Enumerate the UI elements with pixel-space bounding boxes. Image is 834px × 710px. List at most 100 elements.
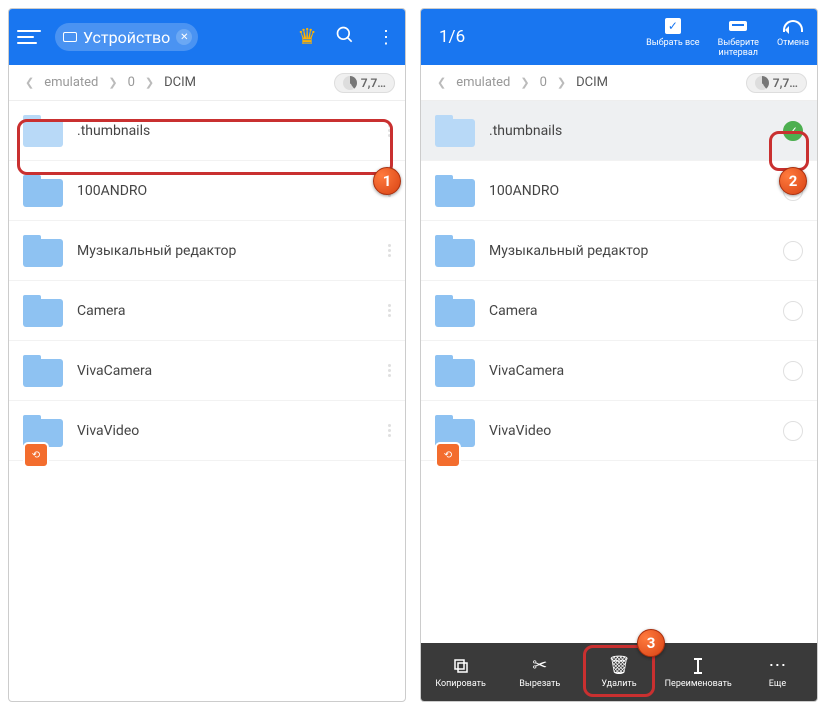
cancel-button[interactable]: Отмена <box>777 16 809 58</box>
az-recorder-icon[interactable]: ⟲ <box>23 442 49 468</box>
select-interval-button[interactable]: Выберите интервал <box>718 16 759 58</box>
folder-name: Музыкальный редактор <box>77 243 374 259</box>
pie-icon <box>343 76 357 90</box>
checkbox-checked-icon[interactable]: ✓ <box>783 121 803 141</box>
folder-name: 100ANDRO <box>489 183 769 199</box>
rename-label: Переименовать <box>665 679 732 689</box>
more-button[interactable]: ⋯Еще <box>738 643 817 701</box>
search-icon[interactable] <box>333 25 357 50</box>
cut-button[interactable]: ✂ Вырезать <box>500 643 579 701</box>
annotation-badge-1: 1 <box>373 167 401 195</box>
folder-icon <box>23 175 63 207</box>
chevron-icon: ❯ <box>520 76 529 89</box>
select-all-button[interactable]: ✓ Выбрать все <box>646 16 699 58</box>
device-icon <box>63 32 77 42</box>
checkbox-icon[interactable] <box>783 301 803 321</box>
breadcrumb-item[interactable]: emulated <box>44 75 98 90</box>
breadcrumb-item[interactable]: 0 <box>540 75 547 90</box>
breadcrumb-item[interactable]: DCIM <box>164 75 196 90</box>
list-item[interactable]: VivaCamera <box>9 341 405 401</box>
folder-name: Музыкальный редактор <box>489 243 769 259</box>
menu-icon[interactable] <box>17 30 41 44</box>
breadcrumb-item[interactable]: DCIM <box>576 75 608 90</box>
scissors-icon: ✂ <box>532 656 547 676</box>
checkbox-icon[interactable] <box>783 241 803 261</box>
selection-actions: ✓ Выбрать все Выберите интервал Отмена <box>646 16 809 58</box>
list-item[interactable]: 100ANDRO <box>9 161 405 221</box>
breadcrumb: ❮ emulated ❯ 0 ❯ DCIM 7,7… <box>9 65 405 101</box>
folder-name: Camera <box>489 303 769 319</box>
folder-name: Camera <box>77 303 374 319</box>
folder-icon <box>435 235 475 267</box>
breadcrumb-item[interactable]: emulated <box>456 75 510 90</box>
screen-left: Устройство ✕ ♛ ⋮ ❮ emulated ❯ 0 ❯ DCIM 7… <box>8 8 406 702</box>
folder-list: .thumbnails ✓ 100ANDRO Музыкальный редакт… <box>421 101 817 643</box>
folder-name: VivaCamera <box>489 363 769 379</box>
list-item[interactable]: VivaCamera <box>421 341 817 401</box>
breadcrumb: ❮ emulated ❯ 0 ❯ DCIM 7,7… <box>421 65 817 101</box>
device-chip[interactable]: Устройство ✕ <box>55 23 198 51</box>
folder-name: 100ANDRO <box>77 183 374 199</box>
trash-icon: 🗑 <box>608 656 631 676</box>
folder-name: .thumbnails <box>489 123 769 139</box>
folder-icon <box>23 355 63 387</box>
more-label: Еще <box>769 679 786 689</box>
chip-close-icon[interactable]: ✕ <box>176 29 192 45</box>
crown-icon[interactable]: ♛ <box>297 25 317 50</box>
copy-icon <box>452 656 470 676</box>
folder-name: VivaVideo <box>77 423 374 439</box>
folder-name: VivaCamera <box>77 363 374 379</box>
copy-label: Копировать <box>435 679 486 689</box>
item-menu-icon[interactable] <box>388 244 391 257</box>
folder-icon <box>23 235 63 267</box>
folder-list: .thumbnails 100ANDRO Музыкальный редакто… <box>9 101 405 701</box>
overflow-icon[interactable]: ⋮ <box>373 27 397 48</box>
delete-label: Удалить <box>601 679 636 689</box>
list-item[interactable]: Camera <box>9 281 405 341</box>
item-menu-icon[interactable] <box>388 124 391 137</box>
copy-button[interactable]: Копировать <box>421 643 500 701</box>
list-item[interactable]: Camera <box>421 281 817 341</box>
storage-text: 7,7… <box>361 76 386 90</box>
folder-icon <box>435 175 475 207</box>
bottom-toolbar: Копировать ✂ Вырезать 🗑 Удалить Переименов… <box>421 643 817 701</box>
topbar-selection: 1/6 ✓ Выбрать все Выберите интервал Отме… <box>421 9 817 65</box>
folder-icon <box>435 115 475 147</box>
cursor-icon <box>690 656 706 676</box>
annotation-badge-2: 2 <box>779 167 807 195</box>
selection-count: 1/6 <box>439 27 465 47</box>
list-item[interactable]: VivaVideo ⟲ <box>9 401 405 461</box>
list-item[interactable]: .thumbnails ✓ <box>421 101 817 161</box>
folder-name: .thumbnails <box>77 123 374 139</box>
folder-icon <box>435 355 475 387</box>
storage-indicator[interactable]: 7,7… <box>334 73 395 93</box>
list-item[interactable]: Музыкальный редактор <box>9 221 405 281</box>
list-item[interactable]: .thumbnails <box>9 101 405 161</box>
interval-label: Выберите интервал <box>718 38 759 58</box>
az-recorder-icon[interactable]: ⟲ <box>435 442 461 468</box>
chevron-icon: ❯ <box>145 76 154 89</box>
storage-indicator[interactable]: 7,7… <box>746 73 807 93</box>
item-menu-icon[interactable] <box>388 364 391 377</box>
folder-name: VivaVideo <box>489 423 769 439</box>
storage-text: 7,7… <box>773 76 798 90</box>
list-item[interactable]: VivaVideo ⟲ <box>421 401 817 461</box>
chevron-icon: ❯ <box>557 76 566 89</box>
folder-icon <box>23 115 63 147</box>
chevron-icon: ❮ <box>437 76 446 89</box>
item-menu-icon[interactable] <box>388 304 391 317</box>
cut-label: Вырезать <box>519 679 560 689</box>
item-menu-icon[interactable] <box>388 424 391 437</box>
folder-icon <box>435 295 475 327</box>
checkbox-icon: ✓ <box>665 18 681 34</box>
screen-right: 1/6 ✓ Выбрать все Выберите интервал Отме… <box>420 8 818 702</box>
checkbox-icon[interactable] <box>783 421 803 441</box>
list-item[interactable]: Музыкальный редактор <box>421 221 817 281</box>
folder-icon <box>23 295 63 327</box>
breadcrumb-item[interactable]: 0 <box>128 75 135 90</box>
chip-label: Устройство <box>83 28 170 47</box>
checkbox-icon[interactable] <box>783 361 803 381</box>
rename-button[interactable]: Переименовать <box>659 643 738 701</box>
list-item[interactable]: 100ANDRO <box>421 161 817 221</box>
annotation-badge-3: 3 <box>637 629 665 657</box>
